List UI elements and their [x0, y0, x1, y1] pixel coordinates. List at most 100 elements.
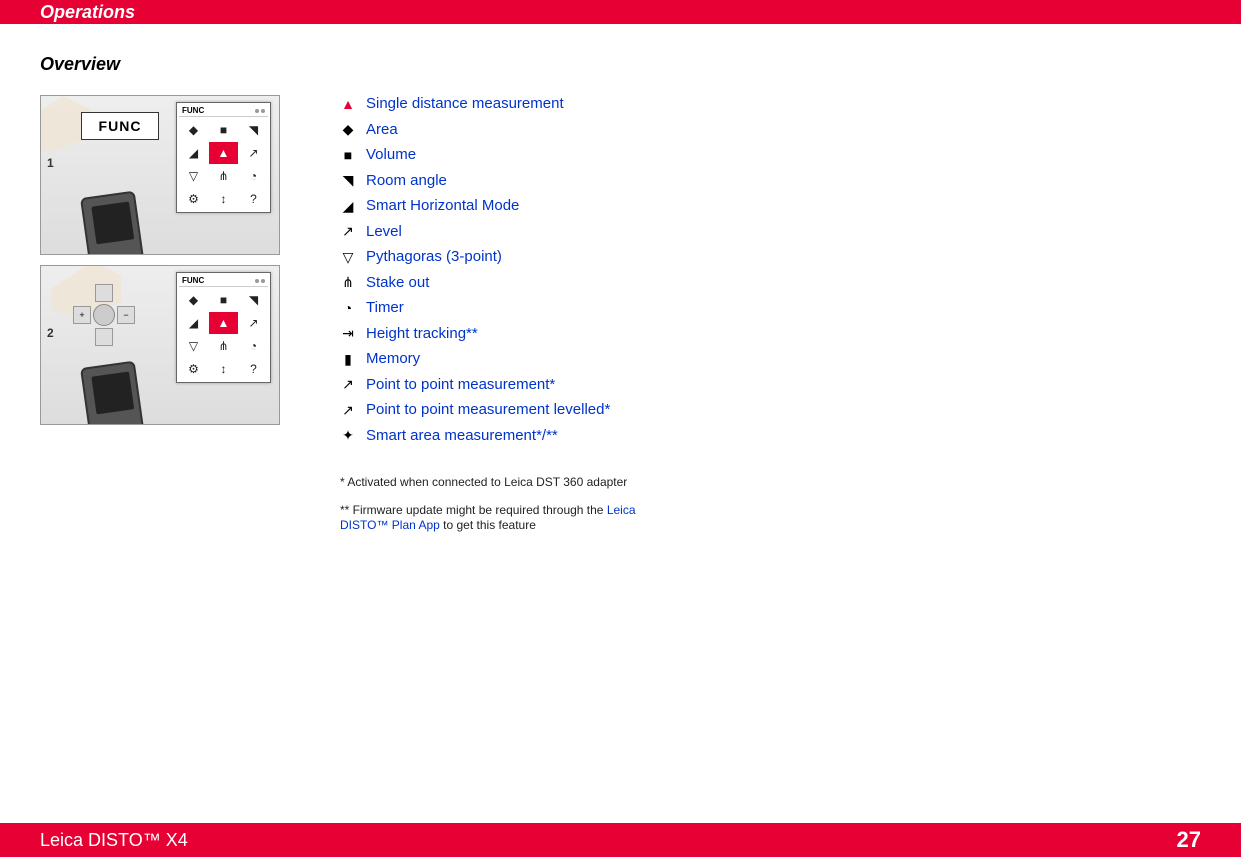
memory-icon: ▮	[340, 351, 356, 367]
stake-out-icon: ⋔	[340, 275, 356, 291]
function-link[interactable]: Single distance measurement	[366, 94, 564, 114]
footnote-2: ** Firmware update might be required thr…	[340, 503, 650, 534]
grid-cell-selected: ▲	[209, 312, 238, 334]
grid-cell: ▽	[179, 335, 208, 357]
grid-cell: ◔	[239, 165, 268, 187]
room-angle-icon: ◥	[340, 173, 356, 189]
smart-horizontal-icon: ◢	[340, 198, 356, 214]
function-link[interactable]: Smart Horizontal Mode	[366, 196, 519, 216]
function-item: ↗ Level	[340, 222, 650, 242]
grid-cell: ◔	[239, 335, 268, 357]
right-column: ▲ Single distance measurement ◆ Area ■ Volu…	[340, 54, 650, 546]
function-item: ◢ Smart Horizontal Mode	[340, 196, 650, 216]
function-item: ■ Volume	[340, 145, 650, 165]
func-key-label: FUNC	[99, 118, 142, 134]
function-item: ◥ Room angle	[340, 171, 650, 191]
function-link[interactable]: Pythagoras (3-point)	[366, 247, 502, 267]
single-distance-icon: ▲	[340, 96, 356, 112]
volume-icon: ■	[340, 147, 356, 163]
function-link[interactable]: Height tracking**	[366, 324, 478, 344]
dpad-right-icon: −	[117, 306, 135, 324]
smart-area-icon: ✦	[340, 428, 356, 444]
grid-cell: ⚙	[179, 188, 208, 210]
function-link[interactable]: Point to point measurement*	[366, 375, 555, 395]
step-number: 2	[47, 326, 54, 340]
screen-grid: ◆ ■ ◥ ◢ ▲ ↗ ▽ ⋔ ◔ ⚙ ↕ ?	[179, 289, 268, 380]
screen-header-label: FUNC	[182, 276, 204, 285]
function-item: ▽ Pythagoras (3-point)	[340, 247, 650, 267]
screen-header: FUNC	[179, 275, 268, 287]
footer-product: Leica DISTO™ X4	[40, 830, 188, 851]
function-link[interactable]: Room angle	[366, 171, 447, 191]
page-dots-icon	[255, 279, 265, 283]
function-link[interactable]: Point to point measurement levelled*	[366, 400, 610, 420]
grid-cell: ■	[209, 119, 238, 141]
grid-cell: ⋔	[209, 335, 238, 357]
function-link[interactable]: Memory	[366, 349, 420, 369]
header-bar: Operations	[0, 0, 1241, 24]
illustration-step-2: 2 + − FUNC ◆ ■ ◥ ◢ ▲	[40, 265, 280, 425]
function-link[interactable]: Volume	[366, 145, 416, 165]
grid-cell: ◆	[179, 289, 208, 311]
function-link[interactable]: Stake out	[366, 273, 429, 293]
function-link[interactable]: Area	[366, 120, 398, 140]
function-item: ✦ Smart area measurement*/**	[340, 426, 650, 446]
p2p-icon: ↗	[340, 377, 356, 393]
grid-cell: ↕	[209, 188, 238, 210]
grid-cell-selected: ▲	[209, 142, 238, 164]
function-item: ◔ Timer	[340, 298, 650, 318]
function-item: ↗ Point to point measurement*	[340, 375, 650, 395]
dpad-center-icon	[93, 304, 115, 326]
function-link[interactable]: Timer	[366, 298, 404, 318]
device-body	[80, 361, 147, 425]
content: Overview 1 FUNC FUNC ◆ ■ ◥ ◢ ▲ ↗	[0, 24, 1241, 576]
grid-cell: ◢	[179, 142, 208, 164]
page-dots-icon	[255, 109, 265, 113]
section-title: Overview	[40, 54, 280, 75]
dpad-left-icon: +	[73, 306, 91, 324]
function-item: ▮ Memory	[340, 349, 650, 369]
function-list: ▲ Single distance measurement ◆ Area ■ Volu…	[340, 94, 650, 445]
footnote-2-post: to get this feature	[440, 518, 536, 532]
grid-cell: ◥	[239, 119, 268, 141]
grid-cell: ◢	[179, 312, 208, 334]
footnotes: * Activated when connected to Leica DST …	[340, 475, 650, 534]
function-link[interactable]: Level	[366, 222, 402, 242]
grid-cell: ▽	[179, 165, 208, 187]
footnote-2-pre: ** Firmware update might be required thr…	[340, 503, 607, 517]
header-title: Operations	[40, 2, 135, 23]
screen-grid: ◆ ■ ◥ ◢ ▲ ↗ ▽ ⋔ ◔ ⚙ ↕ ?	[179, 119, 268, 210]
footer-bar: Leica DISTO™ X4 27	[0, 823, 1241, 857]
function-item: ⋔ Stake out	[340, 273, 650, 293]
dpad-up-icon	[95, 284, 113, 302]
function-item: ⇥ Height tracking**	[340, 324, 650, 344]
height-tracking-icon: ⇥	[340, 326, 356, 342]
level-icon: ↗	[340, 224, 356, 240]
timer-icon: ◔	[340, 300, 356, 316]
p2p-levelled-icon: ↗	[340, 402, 356, 418]
illustration-step-1: 1 FUNC FUNC ◆ ■ ◥ ◢ ▲ ↗ ▽ ⋔	[40, 95, 280, 255]
footnote-1: * Activated when connected to Leica DST …	[340, 475, 650, 491]
pythagoras-icon: ▽	[340, 249, 356, 265]
grid-cell: ↕	[209, 358, 238, 380]
grid-cell: ?	[239, 188, 268, 210]
screen-popup: FUNC ◆ ■ ◥ ◢ ▲ ↗ ▽ ⋔ ◔ ⚙ ↕ ?	[176, 272, 271, 383]
grid-cell: ↗	[239, 142, 268, 164]
grid-cell: ◆	[179, 119, 208, 141]
grid-cell: ◥	[239, 289, 268, 311]
dpad: + −	[69, 280, 139, 350]
step-number: 1	[47, 156, 54, 170]
function-link[interactable]: Smart area measurement*/**	[366, 426, 558, 446]
screen-popup: FUNC ◆ ■ ◥ ◢ ▲ ↗ ▽ ⋔ ◔ ⚙ ↕ ?	[176, 102, 271, 213]
func-key: FUNC	[81, 112, 159, 140]
dpad-down-icon	[95, 328, 113, 346]
footer-page: 27	[1177, 827, 1201, 853]
area-icon: ◆	[340, 122, 356, 138]
grid-cell: ⚙	[179, 358, 208, 380]
grid-cell: ↗	[239, 312, 268, 334]
grid-cell: ⋔	[209, 165, 238, 187]
grid-cell: ■	[209, 289, 238, 311]
function-item: ▲ Single distance measurement	[340, 94, 650, 114]
device-body	[80, 191, 147, 255]
grid-cell: ?	[239, 358, 268, 380]
